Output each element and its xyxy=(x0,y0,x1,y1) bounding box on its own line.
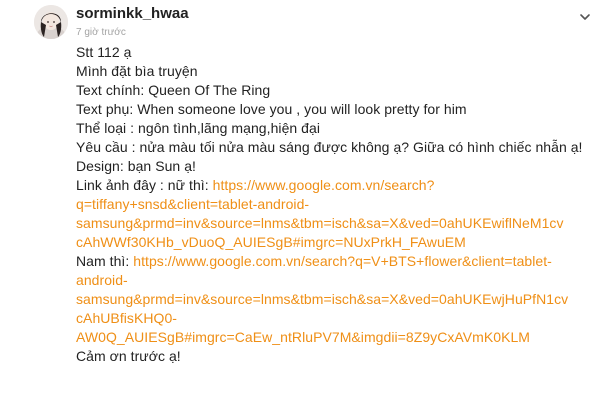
male-image-link[interactable]: https://www.google.com.vn/search?q=V+BTS… xyxy=(133,253,552,269)
male-link-label: Nam thì: xyxy=(76,253,134,269)
female-link-label: Link ảnh đây : nữ thì: xyxy=(76,177,213,193)
male-link-row: Nam thì: https://www.google.com.vn/searc… xyxy=(76,252,601,271)
female-link-row: Link ảnh đây : nữ thì: https://www.googl… xyxy=(76,176,601,195)
post-line-stt: Stt 112 ạ xyxy=(76,44,132,60)
post-line-main-text: Text chính: Queen Of The Ring xyxy=(76,82,271,98)
male-image-link-cont[interactable]: samsung&prmd=inv&source=lnms&tbm=isch&sa… xyxy=(76,290,601,309)
avatar-image xyxy=(34,5,68,39)
female-image-link-cont[interactable]: cAhWWf30KHb_vDuoQ_AUIESgB#imgrc=NUxPrkH_… xyxy=(76,233,601,252)
post-header: sorminkk_hwaa 7 giờ trước xyxy=(76,5,189,40)
male-image-link-cont[interactable]: cAhUBfisKHQ0- xyxy=(76,309,601,328)
post-line-sub-text: Text phụ: When someone love you , you wi… xyxy=(76,101,467,117)
post-menu-button[interactable] xyxy=(579,10,591,22)
username[interactable]: sorminkk_hwaa xyxy=(76,5,189,23)
post-line-genre: Thể loại : ngôn tình,lãng mạng,hiện đại xyxy=(76,120,321,136)
post-line-thanks: Cảm ơn trước ạ! xyxy=(76,348,181,364)
post-line-request: Mình đặt bìa truyện xyxy=(76,63,198,79)
female-image-link-cont[interactable]: q=tiffany+snsd&client=tablet-android- xyxy=(76,195,601,214)
post-body: Stt 112 ạ Mình đặt bìa truyện Text chính… xyxy=(76,43,601,366)
male-image-link-cont[interactable]: AW0Q_AUIESgB#imgrc=CaEw_ntRluPV7M&imgdii… xyxy=(76,328,601,347)
chevron-down-icon xyxy=(580,14,590,20)
post-line-design: Design: bạn Sun ạ! xyxy=(76,158,196,174)
female-image-link-cont[interactable]: samsung&prmd=inv&source=lnms&tbm=isch&sa… xyxy=(76,214,601,233)
avatar[interactable] xyxy=(34,5,68,39)
male-image-link-cont[interactable]: android- xyxy=(76,271,601,290)
timestamp: 7 giờ trước xyxy=(76,27,126,38)
post-line-demand: Yêu cầu : nửa màu tối nửa màu sáng được … xyxy=(76,139,583,155)
female-image-link[interactable]: https://www.google.com.vn/search? xyxy=(213,177,435,193)
comment-post: sorminkk_hwaa 7 giờ trước Stt 112 ạ Mình… xyxy=(0,0,615,401)
